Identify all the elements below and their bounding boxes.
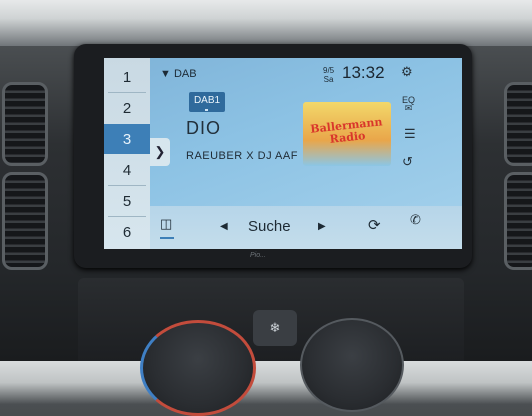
preset-button-4[interactable]: 4 <box>104 155 150 185</box>
preset-label: 5 <box>122 192 132 210</box>
fan-button[interactable]: ❄ <box>253 310 297 346</box>
seek-button[interactable]: Suche <box>248 218 291 235</box>
media-source-icon[interactable]: ◫ <box>160 216 172 232</box>
history-icon[interactable]: ↺ <box>402 154 413 170</box>
air-vent-right-lower <box>504 172 532 270</box>
preset-label: 2 <box>122 99 132 117</box>
eq-label: EQ <box>402 95 416 105</box>
station-logo-text: Ballermann Radio <box>309 115 383 146</box>
air-vent-right-upper <box>504 82 532 166</box>
band-label: DAB1 <box>193 95 221 106</box>
gear-icon[interactable]: ⚙ <box>401 64 413 80</box>
preset-label: 4 <box>122 161 132 179</box>
preset-label: 3 <box>122 130 132 148</box>
preset-label: 6 <box>122 223 132 241</box>
dropdown-arrow-icon: ▼ <box>160 68 171 80</box>
preset-label: 1 <box>122 68 132 86</box>
next-arrow-icon[interactable]: ▶ <box>318 221 326 232</box>
phone-icon[interactable]: ✆ <box>410 212 421 228</box>
airflow-knob[interactable] <box>300 318 404 412</box>
dashboard-top-trim <box>0 0 532 46</box>
source-label: DAB <box>173 68 197 80</box>
band-indicator-dot <box>205 109 208 111</box>
preset-button-5[interactable]: 5 <box>104 186 150 216</box>
refresh-icon[interactable]: ⟳ <box>368 216 381 234</box>
air-vent-left-upper <box>2 82 48 166</box>
clock: 13:32 <box>342 63 385 82</box>
band-badge[interactable]: DAB1 <box>189 92 225 112</box>
date-day: 9/5 <box>323 66 335 75</box>
preset-button-3[interactable]: 3 <box>104 124 150 154</box>
air-vent-left-lower <box>2 172 48 270</box>
expand-presets-button[interactable]: ❯ <box>150 138 170 166</box>
fan-icon: ❄ <box>269 320 281 335</box>
preset-button-1[interactable]: 1 <box>104 62 150 92</box>
date-weekday: Sa <box>323 75 334 84</box>
infotainment-screen: 1 2 3 4 5 6 ❯ ▼ DAB 9/5 Sa 13:32 ⚙ EQ ✉ ☰… <box>104 58 462 249</box>
temperature-knob[interactable] <box>140 320 256 416</box>
chevron-right-icon: ❯ <box>154 144 166 159</box>
list-icon[interactable]: ☰ <box>404 126 416 142</box>
source-selector[interactable]: ▼ DAB <box>160 68 197 80</box>
now-playing-text: RAEUBER X DJ AAF <box>186 150 298 162</box>
preset-button-6[interactable]: 6 <box>104 217 150 247</box>
prev-arrow-icon[interactable]: ◀ <box>220 221 228 232</box>
preset-list: 1 2 3 4 5 6 <box>104 58 150 249</box>
preset-button-2[interactable]: 2 <box>104 93 150 123</box>
date-display: 9/5 Sa <box>323 66 334 84</box>
station-name: DIO <box>186 118 222 138</box>
bezel-brand: Pio... <box>250 252 266 259</box>
station-logo: Ballermann Radio <box>303 102 391 166</box>
media-source-underline <box>160 237 174 239</box>
eq-icon[interactable]: EQ ✉ <box>402 95 416 113</box>
